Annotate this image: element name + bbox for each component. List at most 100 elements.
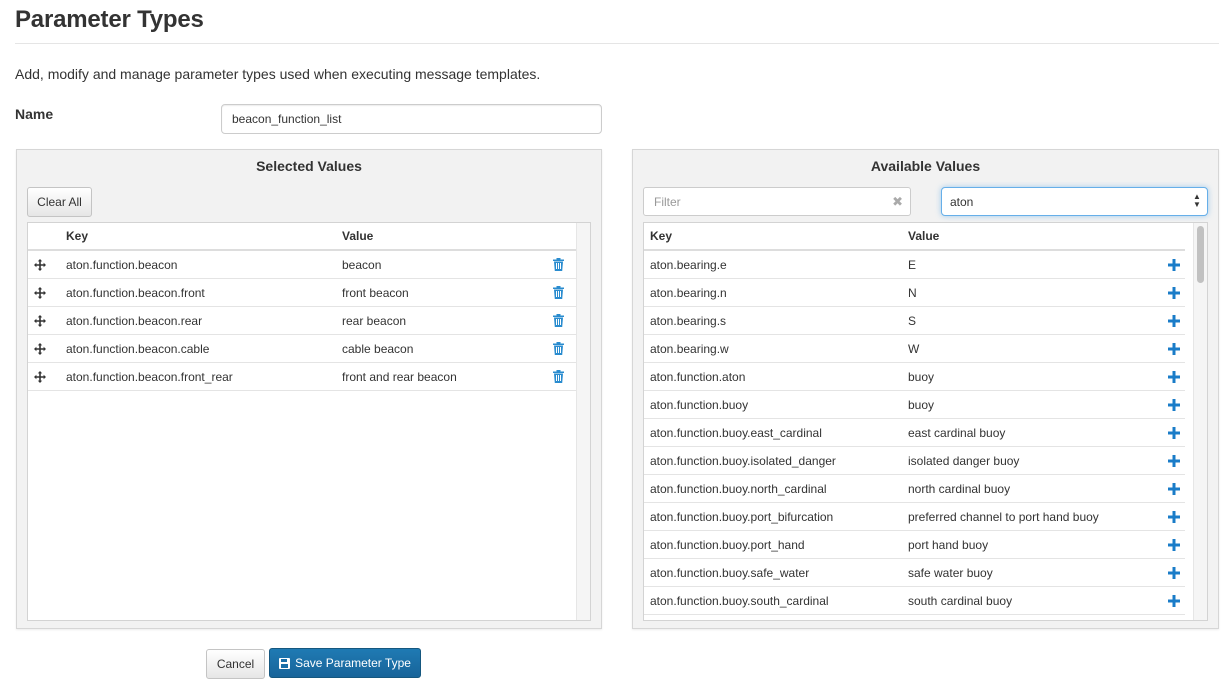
table-row: aton.bearing.e E — [644, 251, 1185, 279]
move-handle-icon[interactable] — [32, 307, 48, 334]
add-value-icon[interactable] — [1166, 531, 1182, 558]
save-button-label: Save Parameter Type — [295, 656, 411, 670]
row-key: aton.function.buoy.port_bifurcation — [650, 509, 834, 524]
table-row: aton.function.buoy.east_cardinal east car… — [644, 419, 1185, 447]
move-handle-icon[interactable] — [32, 363, 48, 390]
table-row: aton.bearing.n N — [644, 279, 1185, 307]
row-key: aton.function.buoy.safe_water — [650, 565, 810, 580]
name-input[interactable] — [221, 104, 602, 134]
row-key: aton.bearing.e — [650, 257, 727, 272]
delete-row-icon[interactable] — [550, 279, 566, 306]
available-values-heading: Available Values — [870, 158, 981, 174]
add-value-icon[interactable] — [1166, 363, 1182, 390]
page-title: Parameter Types — [15, 6, 204, 33]
selected-table-scrollbar[interactable] — [576, 223, 590, 620]
add-value-icon[interactable] — [1166, 307, 1182, 334]
clear-filter-icon[interactable]: ✖ — [892, 194, 903, 209]
row-value: buoy — [908, 397, 935, 412]
add-value-icon[interactable] — [1166, 391, 1182, 418]
row-key: aton.bearing.n — [650, 285, 727, 300]
table-row: aton.function.buoy.port_hand port hand bu… — [644, 531, 1185, 559]
row-value: north cardinal buoy — [908, 481, 1011, 496]
row-value: preferred channel to port hand buoy — [908, 509, 1099, 524]
add-value-icon[interactable] — [1166, 559, 1182, 586]
delete-row-icon[interactable] — [550, 307, 566, 334]
available-values-table: Key Value aton.bearing.e Eaton.bearing.n N… — [643, 222, 1208, 621]
row-key: aton.function.aton — [650, 369, 746, 384]
category-select-value: aton — [950, 194, 974, 209]
table-row: aton.function.buoy.port_bifurcation prefe… — [644, 503, 1185, 531]
delete-row-icon[interactable] — [550, 251, 566, 278]
row-value: buoy — [908, 369, 935, 384]
available-table-header: Key Value — [644, 223, 1185, 251]
table-row: aton.function.aton buoy — [644, 363, 1185, 391]
row-value: port hand buoy — [908, 537, 989, 552]
table-row: aton.function.beacon.cable cable beacon — [28, 335, 576, 363]
delete-row-icon[interactable] — [550, 363, 566, 390]
row-value: isolated danger buoy — [908, 453, 1020, 468]
row-key: aton.function.beacon.cable — [66, 341, 210, 356]
row-value: east cardinal buoy — [908, 425, 1006, 440]
row-key: aton.function.beacon — [66, 257, 178, 272]
move-handle-icon[interactable] — [32, 335, 48, 362]
row-key: aton.function.buoy.port_hand — [650, 537, 805, 552]
row-key: aton.bearing.s — [650, 313, 727, 328]
floppy-disk-icon — [279, 657, 291, 669]
save-parameter-type-button[interactable]: Save Parameter Type — [269, 648, 421, 678]
row-key: aton.function.buoy.north_cardinal — [650, 481, 827, 496]
clear-all-button[interactable]: Clear All — [27, 187, 92, 217]
add-value-icon[interactable] — [1166, 419, 1182, 446]
row-key: aton.function.beacon.rear — [66, 313, 203, 328]
row-key: aton.function.buoy.isolated_danger — [650, 453, 836, 468]
available-table-scrollbar[interactable] — [1193, 223, 1207, 620]
row-value: safe water buoy — [908, 565, 993, 580]
available-values-panel: Available Values ✖ aton ▲▼ Key Value ato… — [632, 149, 1219, 629]
row-value: rear beacon — [342, 313, 407, 328]
add-value-icon[interactable] — [1166, 279, 1182, 306]
row-value: N — [908, 285, 917, 300]
add-value-icon[interactable] — [1166, 503, 1182, 530]
table-row: aton.bearing.s S — [644, 307, 1185, 335]
table-row: aton.function.buoy.isolated_danger isolat… — [644, 447, 1185, 475]
add-value-icon[interactable] — [1166, 447, 1182, 474]
move-handle-icon[interactable] — [32, 251, 48, 278]
row-value: S — [908, 313, 917, 328]
key-column-header: Key — [66, 229, 89, 243]
value-column-header: Value — [342, 229, 374, 243]
filter-input[interactable] — [644, 188, 874, 215]
filter-field: ✖ — [643, 187, 911, 216]
row-key: aton.function.buoy — [650, 397, 749, 412]
add-value-icon[interactable] — [1166, 251, 1182, 278]
selected-table-header: Key Value — [28, 223, 576, 251]
row-value: beacon — [342, 257, 382, 272]
table-row: aton.function.beacon beacon — [28, 251, 576, 279]
row-value: cable beacon — [342, 341, 414, 356]
row-key: aton.function.buoy.east_cardinal — [650, 425, 822, 440]
add-value-icon[interactable] — [1166, 475, 1182, 502]
row-key: aton.bearing.w — [650, 341, 729, 356]
add-value-icon[interactable] — [1166, 335, 1182, 362]
row-key: aton.function.beacon.front_rear — [66, 369, 233, 384]
scrollbar-thumb[interactable] — [1197, 226, 1204, 283]
selected-values-table: Key Value aton.function.beacon beacon aton… — [27, 222, 591, 621]
row-value: E — [908, 257, 917, 272]
delete-row-icon[interactable] — [550, 335, 566, 362]
value-column-header: Value — [908, 229, 940, 243]
add-value-icon[interactable] — [1166, 587, 1182, 614]
move-handle-icon[interactable] — [32, 279, 48, 306]
table-row: aton.function.beacon.rear rear beacon — [28, 307, 576, 335]
page-description: Add, modify and manage parameter types u… — [15, 66, 541, 82]
selected-values-panel: Selected Values Clear All Key Value aton… — [16, 149, 602, 629]
row-key: aton.function.buoy.south_cardinal — [650, 593, 829, 608]
title-divider — [15, 43, 1219, 44]
row-value: W — [908, 341, 920, 356]
category-select[interactable]: aton ▲ ▼ — [941, 187, 1208, 216]
table-row: aton.bearing.w W — [644, 335, 1185, 363]
row-value: front beacon — [342, 285, 409, 300]
row-value: south cardinal buoy — [908, 593, 1013, 608]
table-row: aton.function.beacon.front front beacon — [28, 279, 576, 307]
row-key: aton.function.beacon.front — [66, 285, 205, 300]
row-value: front and rear beacon — [342, 369, 457, 384]
cancel-button[interactable]: Cancel — [206, 649, 265, 679]
selected-values-heading: Selected Values — [256, 158, 362, 174]
